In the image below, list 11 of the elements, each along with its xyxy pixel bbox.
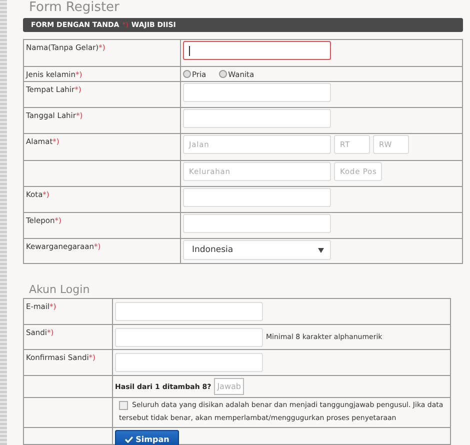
radio-icon[interactable]	[219, 70, 228, 78]
checkbox[interactable]	[119, 400, 128, 410]
radio-icon[interactable]	[183, 70, 191, 78]
check-icon	[124, 436, 133, 442]
text-input[interactable]	[183, 41, 331, 60]
caret-icon	[318, 248, 324, 252]
form-title: Form Register	[29, 0, 120, 16]
country-dropdown[interactable]: Indonesia	[183, 240, 331, 260]
answer-input[interactable]: Jawab	[214, 378, 244, 395]
save-button[interactable]: Simpan	[115, 430, 179, 445]
section-title: Akun Login	[29, 283, 91, 296]
